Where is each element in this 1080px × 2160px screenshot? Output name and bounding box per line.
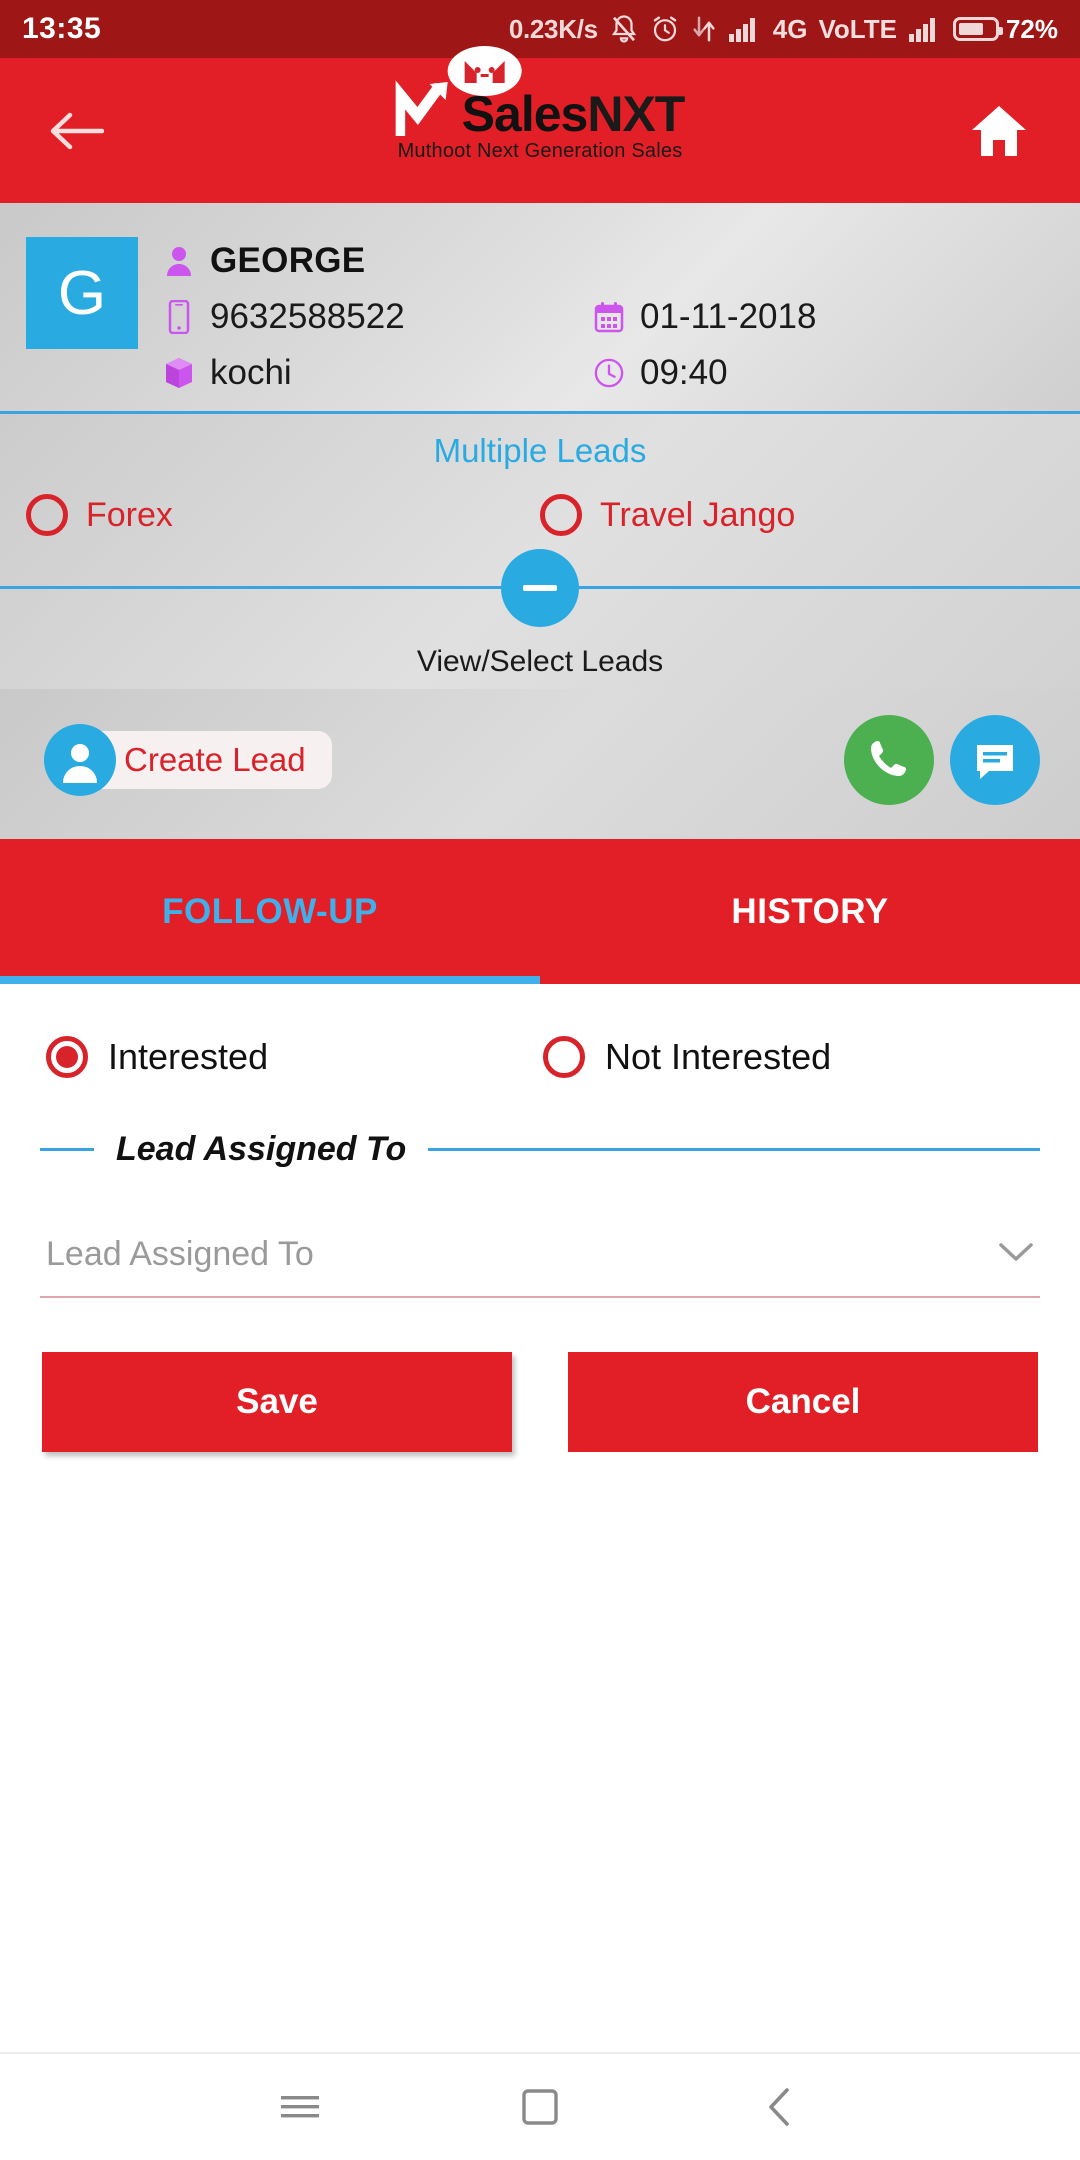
contact-date-cell: 01-11-2018 (594, 297, 816, 337)
lead-option-label: Forex (86, 495, 173, 534)
android-nav-bar (0, 2052, 1080, 2160)
contact-name-row: GEORGE (164, 241, 1054, 281)
app-bar: SalesNXT Muthoot Next Generation Sales (0, 46, 1080, 203)
menu-icon[interactable] (260, 2067, 340, 2147)
contact-time-cell: 09:40 (594, 353, 728, 393)
tab-active-indicator (0, 976, 540, 984)
back-arrow-icon[interactable] (46, 101, 106, 161)
chevron-back-icon[interactable] (740, 2067, 820, 2147)
contact-phone-date-row: 9632588522 01-11-2018 (164, 297, 1054, 337)
radio-button-travel-jango[interactable] (540, 494, 582, 536)
radio-button-forex[interactable] (26, 494, 68, 536)
interest-status-options: Interested Not Interested (40, 1036, 1040, 1130)
mobile-phone-icon (164, 300, 194, 334)
status-time: 13:35 (22, 12, 102, 45)
lead-option-forex[interactable]: Forex (26, 494, 540, 536)
cancel-button[interactable]: Cancel (568, 1352, 1038, 1452)
create-lead-label: Create Lead (124, 741, 306, 778)
status-option-label: Interested (108, 1036, 269, 1077)
create-lead-button[interactable]: Create Lead (44, 724, 332, 796)
network-speed: 0.23K/s (508, 13, 598, 44)
status-indicators: 0.23K/s 4G VoLTE 72% (509, 14, 1058, 45)
logo-emblem-icon (447, 46, 522, 96)
section-divider-right (428, 1148, 1040, 1151)
mute-bell-icon (609, 14, 639, 44)
contact-location: kochi (210, 353, 292, 392)
app-screen: 13:35 0.23K/s 4G VoLTE 72% SalesNXT Muth… (0, 0, 1080, 2160)
signal-bars-icon (728, 15, 762, 43)
status-option-label: Not Interested (605, 1036, 832, 1077)
status-option-not-interested[interactable]: Not Interested (543, 1036, 1040, 1078)
lead-assigned-section-header: Lead Assigned To (40, 1130, 1040, 1169)
multiple-leads-section: Multiple Leads Forex Travel Jango View/S… (0, 411, 1080, 689)
tab-bar: FOLLOW-UP HISTORY (0, 839, 1080, 984)
battery-icon (952, 17, 1003, 41)
status-bar: 13:35 0.23K/s 4G VoLTE 72% (0, 0, 1080, 58)
lead-assigned-to-select[interactable]: Lead Assigned To (40, 1235, 1040, 1298)
clock-icon (594, 357, 624, 389)
contact-time: 09:40 (640, 353, 728, 392)
multiple-leads-title: Multiple Leads (433, 432, 647, 469)
contact-location-time-row: kochi 09:40 (164, 353, 1054, 393)
tab-history[interactable]: HISTORY (540, 839, 1080, 984)
contact-name: GEORGE (210, 241, 366, 280)
section-divider-left (40, 1148, 94, 1151)
app-logo: SalesNXT Muthoot Next Generation Sales (394, 46, 686, 163)
contact-phone: 9632588522 (210, 297, 405, 336)
box-icon (164, 356, 194, 390)
contact-card: G GEORGE 9632588522 01-11-2018 kochi 09:… (0, 203, 1080, 411)
lead-option-label: Travel Jango (600, 495, 796, 534)
follow-up-form: Interested Not Interested Lead Assigned … (0, 984, 1080, 2052)
lead-assigned-to-placeholder: Lead Assigned To (46, 1235, 314, 1273)
tab-follow-up[interactable]: FOLLOW-UP (0, 839, 540, 984)
square-home-icon[interactable] (500, 2067, 580, 2147)
status-option-interested[interactable]: Interested (46, 1036, 543, 1078)
contact-actions (844, 715, 1040, 805)
contact-name-cell: GEORGE (164, 241, 594, 281)
contact-details: GEORGE 9632588522 01-11-2018 kochi 09:40 (164, 237, 1054, 393)
contact-date: 01-11-2018 (640, 297, 817, 336)
data-transfer-icon (691, 14, 717, 44)
chevron-down-icon[interactable] (998, 1241, 1034, 1268)
logo-text: SalesNXT (462, 89, 686, 139)
volte-label: VoLTE (818, 13, 897, 44)
signal-bars-icon-2 (908, 15, 942, 43)
save-button[interactable]: Save (42, 1352, 512, 1452)
phone-call-icon[interactable] (844, 715, 934, 805)
battery-percent: 72% (1005, 13, 1058, 44)
action-row: Create Lead (0, 689, 1080, 839)
message-icon[interactable] (950, 715, 1040, 805)
person-icon (164, 246, 194, 276)
avatar: G (26, 237, 138, 349)
home-icon[interactable] (964, 96, 1034, 166)
leads-divider (0, 548, 1080, 627)
minus-circle-icon[interactable] (501, 548, 579, 627)
person-add-icon (44, 724, 116, 796)
form-buttons: Save Cancel (40, 1352, 1040, 1452)
battery-indicator: 72% (952, 13, 1058, 45)
logo-wordmark: SalesNXT (394, 46, 686, 139)
radio-button-not-interested[interactable] (543, 1036, 585, 1078)
lead-option-travel-jango[interactable]: Travel Jango (540, 494, 1054, 536)
alarm-clock-icon (650, 14, 680, 44)
calendar-icon (594, 301, 624, 333)
radio-button-interested[interactable] (46, 1036, 88, 1078)
logo-tagline: Muthoot Next Generation Sales (397, 140, 683, 162)
section-title: Lead Assigned To (116, 1130, 407, 1168)
contact-phone-cell: 9632588522 (164, 297, 594, 337)
contact-location-cell: kochi (164, 353, 594, 393)
network-type-label: 4G (772, 13, 808, 44)
logo-nxt-text: NXT (587, 85, 685, 142)
